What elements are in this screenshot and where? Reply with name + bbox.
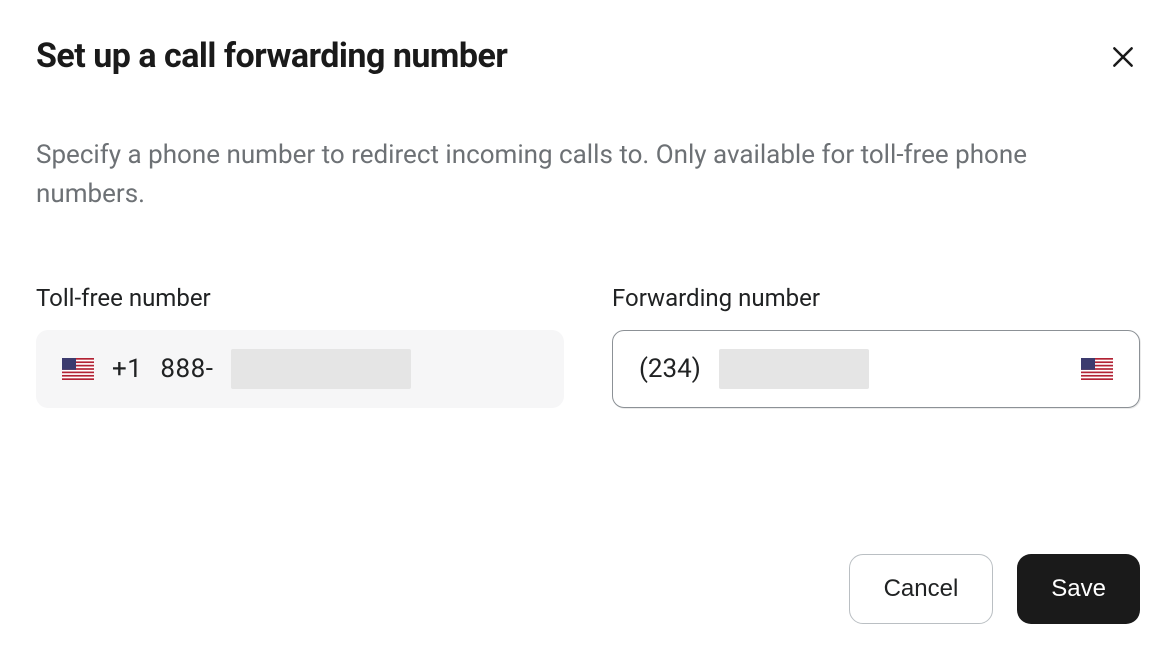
save-button[interactable]: Save — [1017, 554, 1140, 624]
forwarding-input[interactable]: (234) — [612, 330, 1140, 408]
us-flag-icon — [62, 358, 94, 380]
forwarding-field-group: Forwarding number (234) — [612, 284, 1140, 408]
modal-title: Set up a call forwarding number — [36, 36, 507, 76]
modal-footer: Cancel Save — [849, 554, 1140, 624]
close-button[interactable] — [1106, 40, 1140, 74]
tollfree-prefix: +1 — [112, 354, 142, 384]
tollfree-label: Toll-free number — [36, 284, 564, 312]
tollfree-readonly-field: +1 888- — [36, 330, 564, 408]
us-flag-icon[interactable] — [1081, 358, 1113, 380]
cancel-button[interactable]: Cancel — [849, 554, 994, 624]
forwarding-label: Forwarding number — [612, 284, 1140, 312]
forwarding-number-visible: (234) — [639, 354, 701, 384]
fields-row: Toll-free number +1 888- Forwarding numb — [36, 284, 1140, 408]
tollfree-number-redacted — [231, 349, 411, 389]
close-icon — [1110, 44, 1136, 70]
tollfree-field-group: Toll-free number +1 888- — [36, 284, 564, 408]
tollfree-number-visible: 888- — [160, 354, 213, 384]
modal-description: Specify a phone number to redirect incom… — [36, 136, 1136, 214]
forwarding-number-redacted — [719, 349, 869, 389]
modal-header: Set up a call forwarding number — [36, 36, 1140, 76]
